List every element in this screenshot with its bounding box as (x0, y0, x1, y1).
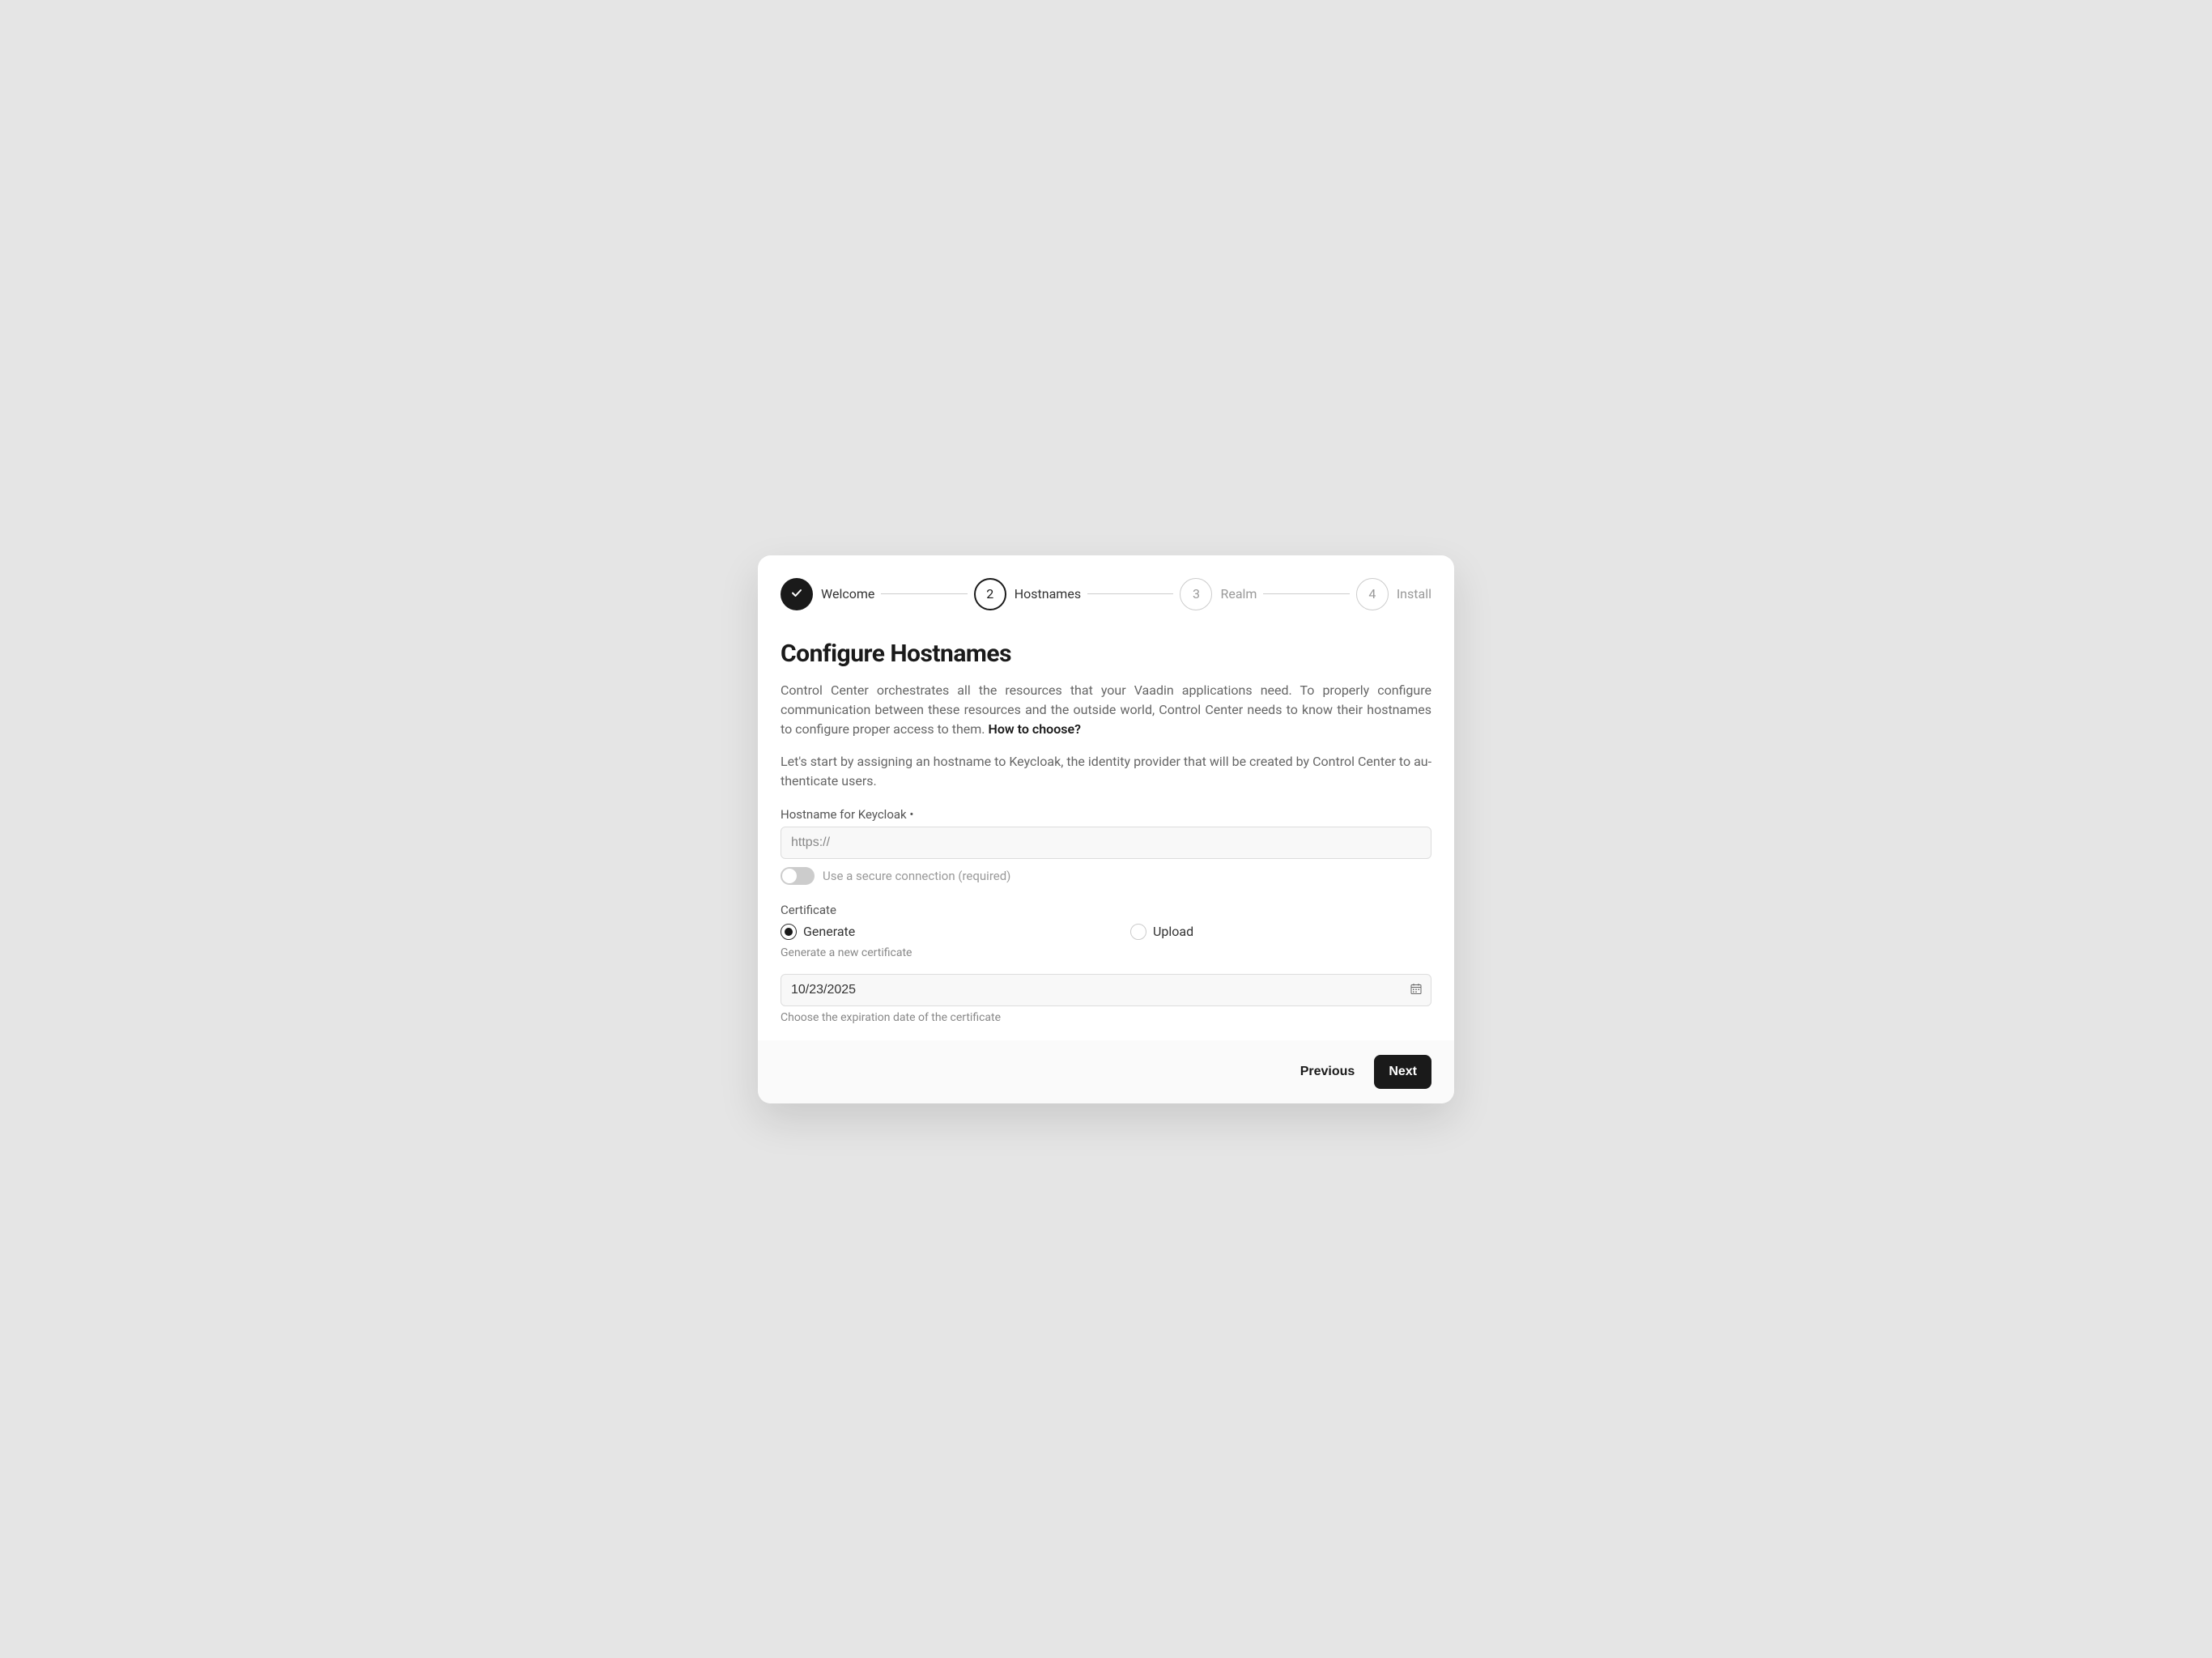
expiry-helper: Choose the expiration date of the certif… (781, 1011, 1431, 1024)
step-number: 3 (1193, 586, 1200, 602)
next-button[interactable]: Next (1374, 1055, 1431, 1089)
radio-circle-unchecked (1130, 924, 1146, 940)
radio-generate[interactable]: Generate (781, 924, 1082, 940)
step-number: 4 (1368, 586, 1376, 602)
step-welcome[interactable]: Welcome (781, 578, 874, 610)
radio-generate-label: Generate (803, 924, 855, 939)
certificate-radio-group: Generate Upload (781, 924, 1431, 940)
toggle-knob (782, 869, 797, 883)
description-text: Control Center orchestrates all the reso… (781, 682, 1431, 737)
previous-button[interactable]: Previous (1294, 1056, 1362, 1087)
radio-circle-checked (781, 924, 797, 940)
step-label: Hostnames (1015, 586, 1081, 602)
step-label: Install (1397, 586, 1431, 602)
step-divider (1087, 593, 1173, 594)
step-circle-completed (781, 578, 813, 610)
step-circle-pending: 4 (1356, 578, 1389, 610)
subdescription-paragraph: Let's start by assigning an hostname to … (781, 752, 1431, 791)
how-to-choose-link[interactable]: How to choose? (988, 721, 1080, 737)
stepper: Welcome 2 Hostnames 3 Realm 4 (781, 578, 1431, 610)
step-hostnames[interactable]: 2 Hostnames (974, 578, 1081, 610)
expiry-date-input[interactable] (781, 974, 1431, 1006)
step-label: Welcome (821, 586, 874, 602)
dialog-content: Welcome 2 Hostnames 3 Realm 4 (758, 555, 1454, 1040)
step-label: Realm (1220, 586, 1257, 602)
step-realm[interactable]: 3 Realm (1180, 578, 1257, 610)
certificate-group-label: Certificate (781, 903, 1431, 917)
description-paragraph: Control Center orchestrates all the reso… (781, 681, 1431, 739)
radio-upload[interactable]: Upload (1130, 924, 1431, 940)
radio-dot (785, 928, 793, 936)
hostname-label: Hostname for Keycloak • (781, 807, 1431, 822)
step-circle-pending: 3 (1180, 578, 1212, 610)
secure-toggle-row: Use a secure connection (required) (781, 867, 1431, 885)
hostname-input[interactable] (781, 827, 1431, 859)
expiry-date-field (781, 974, 1431, 1006)
step-divider (1263, 593, 1349, 594)
check-icon (790, 586, 803, 602)
page-title: Configure Hostnames (781, 640, 1431, 668)
step-number: 2 (986, 586, 993, 602)
dialog-footer: Previous Next (758, 1040, 1454, 1103)
step-install[interactable]: 4 Install (1356, 578, 1431, 610)
step-circle-active: 2 (974, 578, 1006, 610)
wizard-dialog: Welcome 2 Hostnames 3 Realm 4 (758, 555, 1454, 1103)
radio-upload-label: Upload (1153, 924, 1193, 939)
certificate-helper: Generate a new certificate (781, 946, 1431, 959)
secure-connection-toggle[interactable] (781, 867, 815, 885)
secure-toggle-label: Use a secure connection (required) (823, 869, 1010, 883)
step-divider (881, 593, 967, 594)
